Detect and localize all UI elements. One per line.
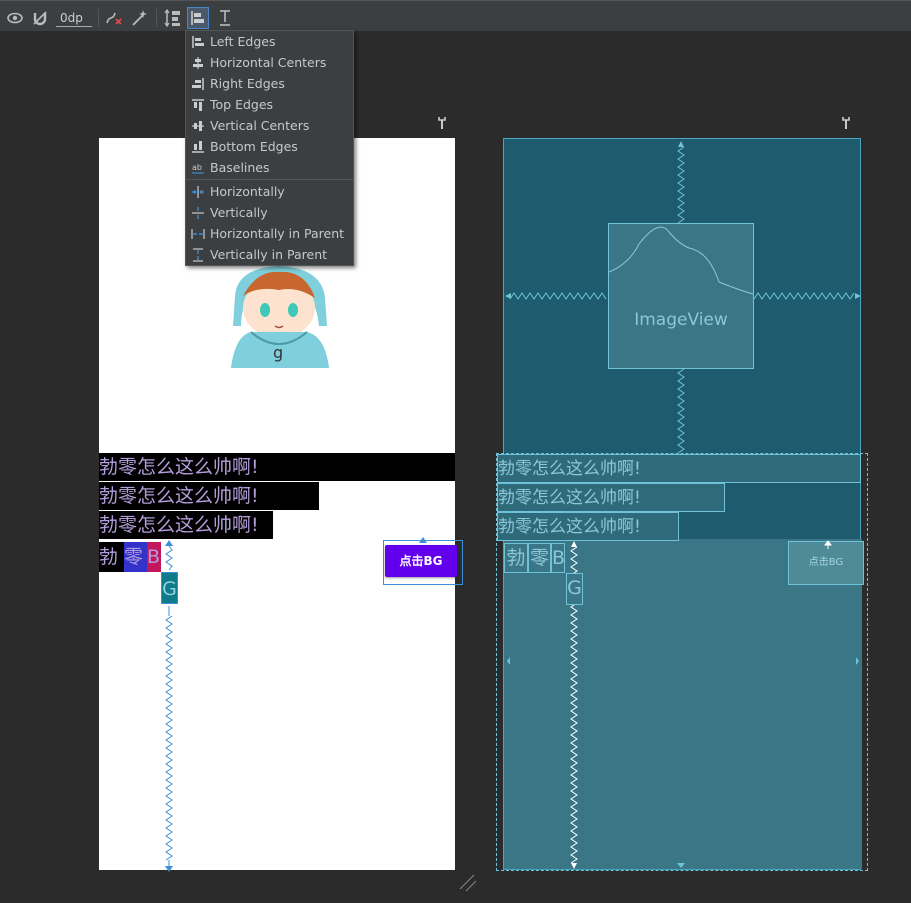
menu-item-right-edges[interactable]: Right Edges [186,73,353,94]
character-image[interactable]: g [227,266,332,368]
resize-handle-icon[interactable] [458,873,478,893]
pack-icon[interactable] [164,9,182,27]
align-bottom-edges-icon [192,141,204,153]
menu-separator [186,179,353,180]
g-view[interactable]: G [161,572,178,604]
menu-item-vertical-centers[interactable]: Vertical Centers [186,115,353,136]
menu-item-bottom-edges[interactable]: Bottom Edges [186,136,353,157]
svg-text:g: g [273,343,283,362]
menu-item-label: Bottom Edges [210,139,298,154]
menu-item-label: Vertically in Parent [210,247,328,262]
menu-item-label: Top Edges [210,97,274,112]
imageview-preview-curve [609,226,753,295]
chip-bo[interactable]: 勃 [99,542,124,572]
text-view-2[interactable]: 勃零怎么这么帅啊! [99,482,319,510]
align-vertical-centers-icon [192,121,204,131]
menu-item-vertically-in-parent[interactable]: Vertically in Parent [186,244,353,265]
menu-item-label: Left Edges [210,34,276,49]
infer-constraints-icon[interactable] [131,9,149,27]
align-horizontal-centers-icon [193,57,203,69]
center-horizontally-icon [192,186,204,198]
align-dropdown-menu: Left Edges Horizontal Centers Right Edge… [185,30,354,266]
default-margin-field[interactable]: 0dp [56,9,92,27]
menu-item-horizontally-in-parent[interactable]: Horizontally in Parent [186,223,353,244]
text-view-1[interactable]: 勃零怎么这么帅啊! [99,453,455,481]
svg-text:ab: ab [192,163,202,172]
clear-constraints-icon[interactable] [104,9,124,27]
menu-item-label: Baselines [210,160,270,175]
menu-item-label: Horizontally in Parent [210,226,345,241]
text-view-3[interactable]: 勃零怎么这么帅啊! [99,511,273,539]
menu-item-label: Vertically [210,205,268,220]
imageview-label: ImageView [634,310,728,330]
bp-selection-bounds [496,453,868,871]
center-vertically-parent-icon [193,248,203,262]
chip-b[interactable]: B [147,542,161,572]
chip-ling[interactable]: 零 [124,542,147,572]
menu-item-horizontal-centers[interactable]: Horizontal Centers [186,52,353,73]
constraint-anchor-top[interactable] [418,537,428,545]
menu-item-label: Vertical Centers [210,118,310,133]
wrench-icon[interactable] [841,116,851,130]
align-right-edges-icon [192,78,204,90]
toolbar-separator [98,9,99,27]
center-vertically-icon [192,207,204,219]
menu-item-vertically[interactable]: Vertically [186,202,353,223]
align-left-edges-icon [192,36,204,48]
menu-item-baselines[interactable]: ab Baselines [186,157,353,178]
menu-item-left-edges[interactable]: Left Edges [186,31,353,52]
toolbar-separator [156,9,157,27]
layout-editor-toolbar: 0dp [0,0,911,32]
imageview-box[interactable]: ImageView [608,223,754,369]
magnet-off-icon[interactable] [32,9,48,27]
eye-icon[interactable] [7,9,23,27]
menu-item-label: Right Edges [210,76,285,91]
menu-item-horizontally[interactable]: Horizontally [186,181,353,202]
align-top-edges-icon [192,99,204,111]
wrench-icon[interactable] [437,116,447,130]
menu-item-label: Horizontal Centers [210,55,327,70]
click-bg-button[interactable]: 点击BG [385,545,457,577]
guidelines-icon[interactable] [217,9,233,27]
center-horizontally-parent-icon [191,229,205,239]
align-baselines-icon: ab [192,163,204,174]
menu-item-label: Horizontally [210,184,285,199]
align-icon[interactable] [187,7,209,29]
menu-item-top-edges[interactable]: Top Edges [186,94,353,115]
